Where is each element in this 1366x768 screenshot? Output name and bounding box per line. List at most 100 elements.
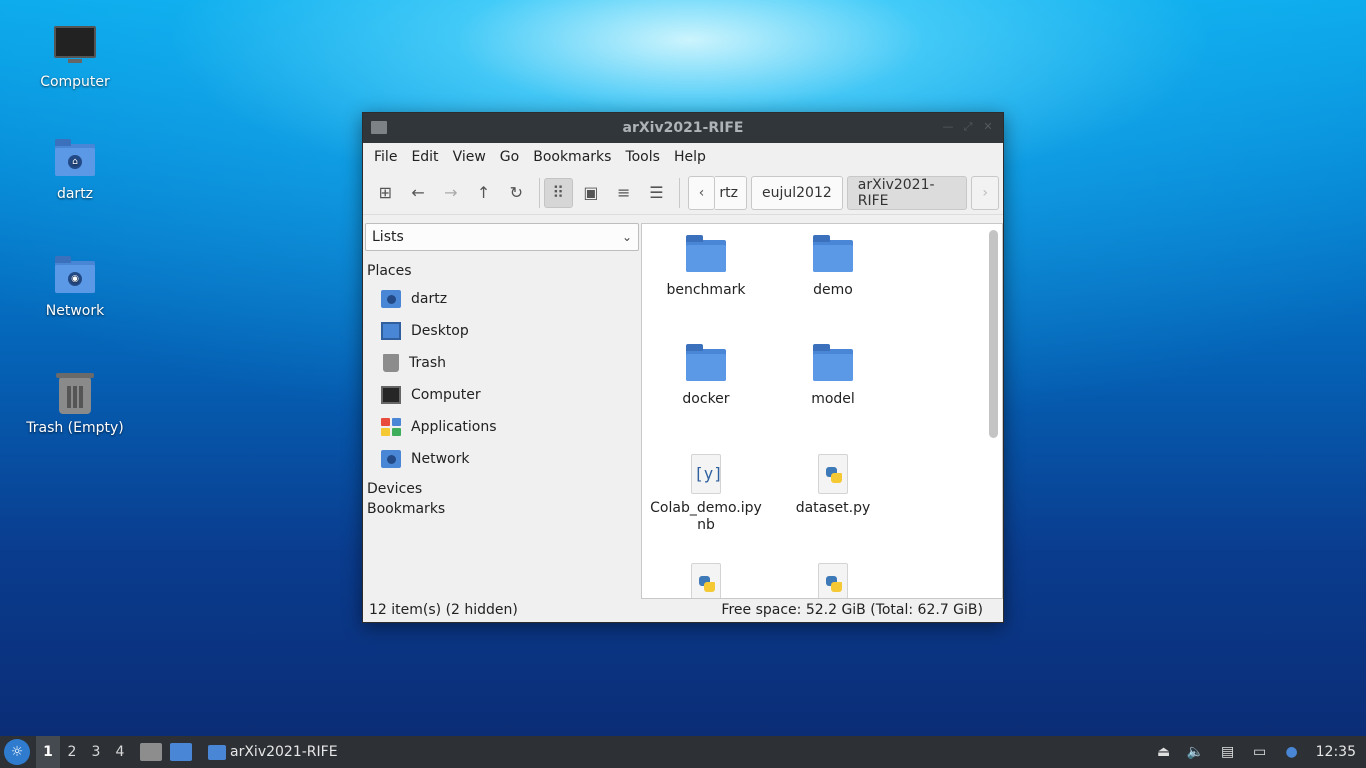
file-item-folder[interactable]: model — [773, 339, 893, 408]
python-file-icon — [684, 557, 728, 598]
place-item-applications[interactable]: Applications — [365, 411, 639, 443]
breadcrumb-scroll-left-icon[interactable]: ‹ — [687, 175, 716, 210]
notebook-file-icon: [y] — [684, 448, 728, 496]
place-label: Desktop — [411, 323, 469, 339]
place-label: Trash — [409, 355, 446, 371]
breadcrumb-item[interactable]: eujul2012 — [750, 175, 843, 210]
place-item-home[interactable]: dartz — [365, 283, 639, 315]
workspace-3[interactable]: 3 — [84, 736, 108, 768]
minimize-button[interactable]: — — [941, 120, 955, 134]
devices-header[interactable]: Devices — [367, 481, 639, 497]
folder-icon — [811, 339, 855, 387]
system-tray: ⏏ 🔈 ▤ ▭ ● 12:35 — [1148, 736, 1366, 768]
network-folder-icon: ◉ — [53, 255, 97, 299]
menu-bookmarks[interactable]: Bookmarks — [526, 149, 618, 165]
file-manager-window: arXiv2021-RIFE — ⤢ ✕ File Edit View Go B… — [362, 112, 1004, 623]
desktop-icon-network[interactable]: ◉ Network — [15, 255, 135, 319]
desktop-icon-computer[interactable]: Computer — [15, 22, 135, 90]
places-header[interactable]: Places — [367, 263, 639, 279]
workspace-1[interactable]: 1 — [36, 736, 60, 768]
start-menu-icon[interactable]: ☼ — [4, 739, 30, 765]
back-icon[interactable]: ← — [404, 178, 433, 208]
file-item-notebook[interactable]: [y] Colab_demo.ipy nb — [646, 448, 766, 534]
side-pane-mode-select[interactable]: Lists ⌄ — [365, 223, 639, 251]
bookmarks-header[interactable]: Bookmarks — [367, 501, 639, 517]
title-bar[interactable]: arXiv2021-RIFE — ⤢ ✕ — [363, 113, 1003, 143]
trash-icon — [383, 354, 399, 372]
new-tab-icon[interactable]: ⊞ — [371, 178, 400, 208]
taskbar-window-item[interactable]: arXiv2021-RIFE — [202, 736, 344, 768]
menu-bar: File Edit View Go Bookmarks Tools Help — [363, 143, 1003, 171]
thumbnail-view-icon[interactable]: ▣ — [577, 178, 606, 208]
breadcrumb-item[interactable]: rtz — [715, 175, 747, 210]
place-item-desktop[interactable]: Desktop — [365, 315, 639, 347]
volume-icon[interactable]: 🔈 — [1186, 742, 1206, 762]
network-status-icon[interactable]: ▭ — [1250, 742, 1270, 762]
desktop-icon-trash[interactable]: Trash (Empty) — [15, 372, 135, 436]
place-label: Computer — [411, 387, 481, 403]
computer-icon — [381, 386, 401, 404]
menu-view[interactable]: View — [446, 149, 493, 165]
menu-go[interactable]: Go — [493, 149, 526, 165]
menu-help[interactable]: Help — [667, 149, 713, 165]
file-item-python[interactable]: dataset.py — [773, 448, 893, 517]
file-item-folder[interactable]: docker — [646, 339, 766, 408]
desktop-icon-label: Computer — [40, 74, 110, 90]
home-folder-icon — [381, 290, 401, 308]
breadcrumb-current[interactable]: arXiv2021-RIFE — [846, 175, 968, 210]
place-label: Applications — [411, 419, 497, 435]
place-item-network[interactable]: Network — [365, 443, 639, 475]
breadcrumb: ‹ rtz eujul2012 arXiv2021-RIFE › — [687, 175, 1003, 210]
maximize-button[interactable]: ⤢ — [961, 120, 975, 134]
place-item-computer[interactable]: Computer — [365, 379, 639, 411]
file-name: model — [811, 391, 855, 407]
file-item-python[interactable] — [646, 557, 766, 598]
compact-view-icon[interactable]: ≡ — [609, 178, 638, 208]
desktop-icon-label: dartz — [56, 186, 94, 202]
taskbar-window-title: arXiv2021-RIFE — [230, 744, 338, 760]
taskbar: ☼ 1 2 3 4 arXiv2021-RIFE ⏏ 🔈 ▤ ▭ ● 12:35 — [0, 736, 1366, 768]
python-file-icon — [811, 557, 855, 598]
desktop-icon-home[interactable]: ⌂ dartz — [15, 138, 135, 202]
menu-edit[interactable]: Edit — [404, 149, 445, 165]
file-item-folder[interactable]: demo — [773, 230, 893, 299]
window-title: arXiv2021-RIFE — [622, 120, 744, 136]
folder-icon — [208, 744, 226, 760]
forward-icon[interactable]: → — [437, 178, 466, 208]
folder-icon — [684, 339, 728, 387]
trash-icon — [53, 372, 97, 416]
detailed-view-icon[interactable]: ☰ — [642, 178, 671, 208]
show-desktop-icon[interactable] — [170, 743, 192, 761]
file-manager-launcher-icon[interactable] — [140, 743, 162, 761]
chevron-down-icon: ⌄ — [621, 230, 632, 244]
desktop-icon — [381, 322, 401, 340]
vertical-scrollbar[interactable] — [989, 228, 998, 594]
scrollbar-thumb[interactable] — [989, 230, 998, 438]
icon-view-icon[interactable]: ⠿ — [543, 177, 573, 208]
file-item-folder[interactable]: benchmark — [646, 230, 766, 299]
clipboard-icon[interactable]: ▤ — [1218, 742, 1238, 762]
eject-icon[interactable]: ⏏ — [1154, 742, 1174, 762]
breadcrumb-scroll-right-icon[interactable]: › — [971, 175, 999, 210]
workspace-4[interactable]: 4 — [108, 736, 132, 768]
workspace-2[interactable]: 2 — [60, 736, 84, 768]
up-icon[interactable]: ↑ — [469, 178, 498, 208]
notification-icon[interactable]: ● — [1282, 742, 1302, 762]
file-item-python[interactable] — [773, 557, 893, 598]
toolbar-separator — [538, 177, 540, 208]
close-button[interactable]: ✕ — [981, 120, 995, 134]
clock[interactable]: 12:35 — [1316, 744, 1356, 760]
toolbar-separator — [678, 177, 680, 208]
side-pane: Lists ⌄ Places dartz Desktop Trash Compu… — [365, 223, 639, 599]
place-item-trash[interactable]: Trash — [365, 347, 639, 379]
reload-icon[interactable]: ↻ — [502, 178, 531, 208]
place-label: dartz — [411, 291, 448, 307]
network-folder-icon — [381, 450, 401, 468]
notebook-icon-glyph: [y] — [694, 464, 723, 483]
home-folder-icon: ⌂ — [53, 138, 97, 182]
item-count-status: 12 item(s) (2 hidden) — [369, 602, 518, 618]
menu-tools[interactable]: Tools — [618, 149, 667, 165]
menu-file[interactable]: File — [367, 149, 404, 165]
folder-icon — [684, 230, 728, 278]
free-space-status: Free space: 52.2 GiB (Total: 62.7 GiB) — [721, 602, 983, 618]
